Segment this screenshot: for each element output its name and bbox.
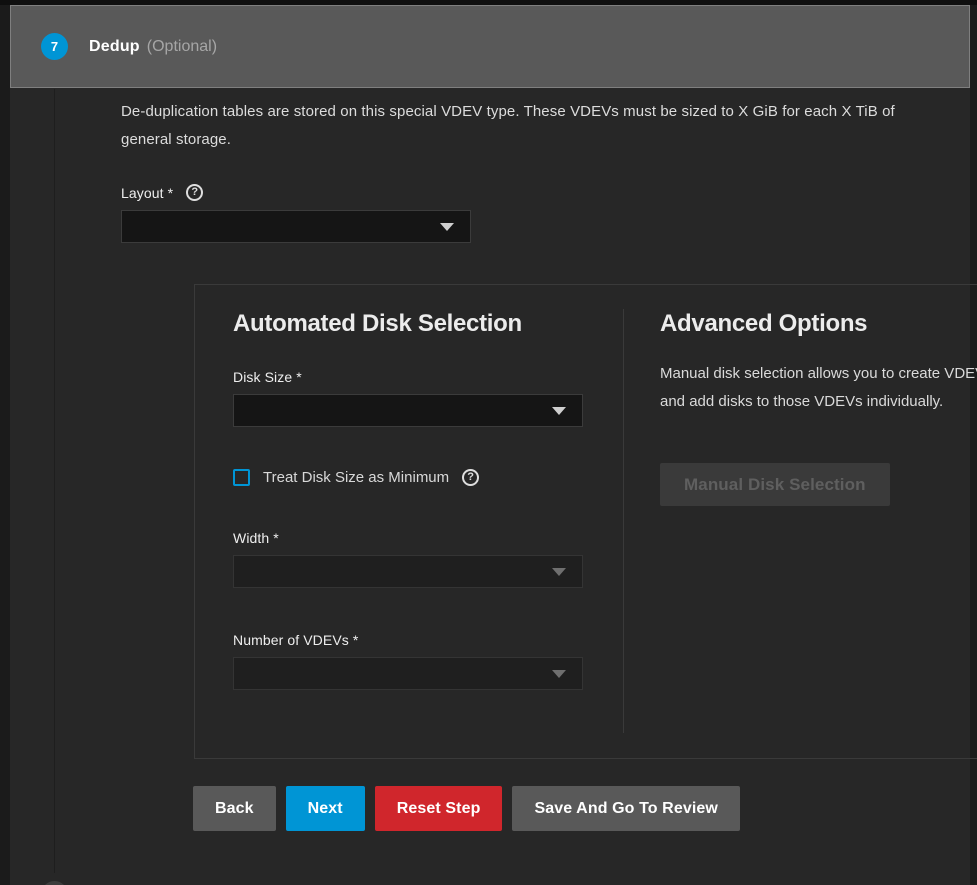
manual-disk-selection-button: Manual Disk Selection	[660, 463, 890, 506]
chevron-down-icon	[440, 223, 454, 231]
treat-disk-size-minimum-label[interactable]: Treat Disk Size as Minimum	[263, 469, 449, 486]
save-and-go-to-review-button[interactable]: Save And Go To Review	[512, 786, 739, 831]
width-label: Width *	[233, 530, 279, 546]
next-button[interactable]: Next	[286, 786, 365, 831]
disk-size-field-group: Disk Size *	[233, 369, 583, 427]
disk-size-label: Disk Size *	[233, 369, 302, 385]
chevron-down-icon	[552, 407, 566, 415]
layout-select[interactable]	[121, 210, 471, 243]
advanced-section-title: Advanced Options	[660, 310, 977, 338]
wizard-actions: Back Next Reset Step Save And Go To Revi…	[193, 786, 970, 831]
next-step-circle	[41, 881, 68, 885]
treat-disk-size-minimum-help-icon[interactable]: ?	[462, 469, 479, 486]
back-button[interactable]: Back	[193, 786, 276, 831]
disk-selection-card: Automated Disk Selection Disk Size * Tre…	[194, 284, 977, 759]
advanced-options-section: Advanced Options Manual disk selection a…	[623, 285, 977, 758]
step-description: De-duplication tables are stored on this…	[121, 98, 916, 154]
automated-section-title: Automated Disk Selection	[233, 310, 583, 338]
reset-step-button[interactable]: Reset Step	[375, 786, 503, 831]
number-of-vdevs-label: Number of VDEVs *	[233, 632, 358, 648]
automated-disk-selection-section: Automated Disk Selection Disk Size * Tre…	[195, 285, 623, 758]
advanced-section-description: Manual disk selection allows you to crea…	[660, 360, 977, 416]
layout-help-icon[interactable]: ?	[186, 184, 203, 201]
step-content: De-duplication tables are stored on this…	[10, 88, 970, 831]
width-select	[233, 555, 583, 588]
number-of-vdevs-select	[233, 657, 583, 690]
chevron-down-icon	[552, 670, 566, 678]
step-title: Dedup	[89, 38, 140, 56]
wizard-panel: 7 Dedup (Optional) De-duplication tables…	[10, 5, 970, 885]
card-divider	[623, 309, 624, 733]
width-field-group: Width *	[233, 530, 583, 588]
step-optional-label: (Optional)	[147, 38, 217, 56]
layout-field-group: Layout * ?	[121, 184, 970, 243]
step-header-dedup[interactable]: 7 Dedup (Optional)	[10, 5, 970, 88]
step-number-badge: 7	[41, 33, 68, 60]
layout-label: Layout *	[121, 185, 173, 201]
treat-disk-size-minimum-checkbox[interactable]	[233, 469, 250, 486]
treat-disk-size-minimum-row: Treat Disk Size as Minimum ?	[233, 469, 583, 486]
top-divider	[0, 0, 977, 5]
step-number: 7	[51, 39, 58, 54]
disk-size-select[interactable]	[233, 394, 583, 427]
number-of-vdevs-field-group: Number of VDEVs *	[233, 632, 583, 690]
chevron-down-icon	[552, 568, 566, 576]
